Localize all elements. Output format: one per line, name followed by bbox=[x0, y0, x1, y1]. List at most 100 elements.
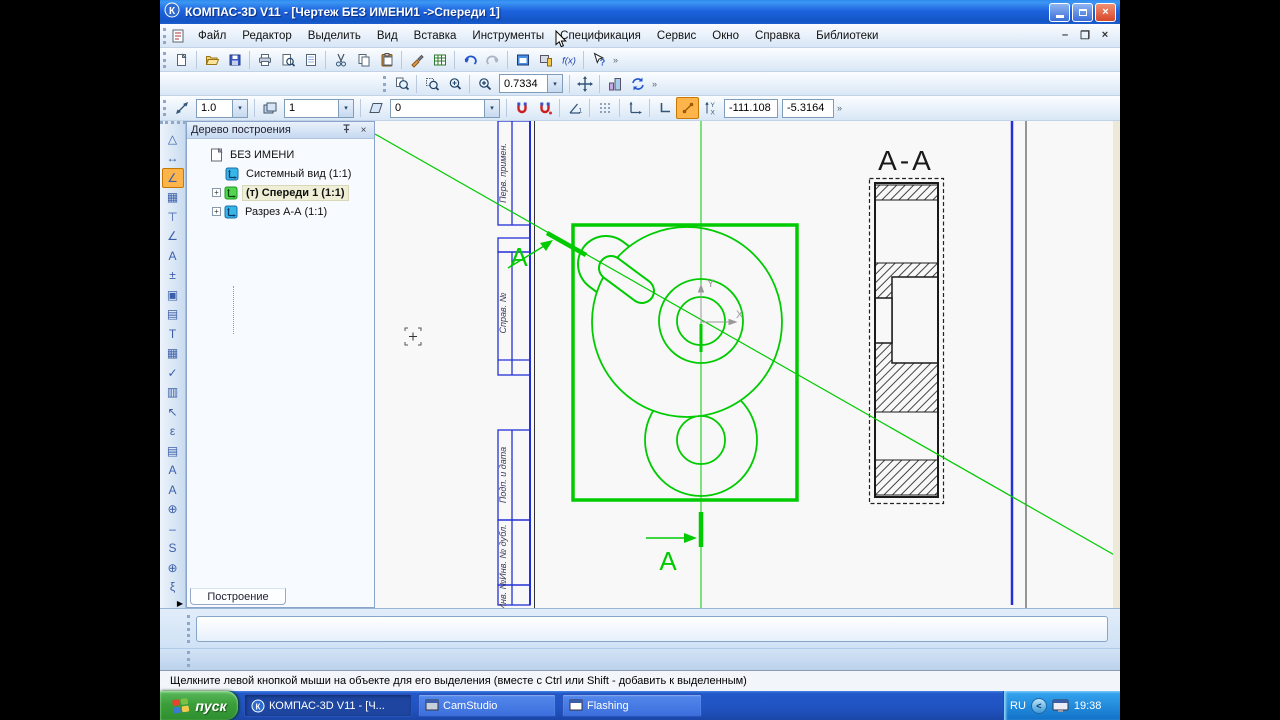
magnet-icon[interactable] bbox=[510, 97, 533, 119]
magnet2-icon[interactable] bbox=[533, 97, 556, 119]
spline-icon[interactable]: ξ bbox=[162, 578, 184, 598]
equation-icon[interactable]: ε bbox=[162, 422, 184, 442]
child-close-icon[interactable]: × bbox=[1098, 29, 1112, 42]
specification-icon[interactable]: ▣ bbox=[162, 285, 184, 305]
print-icon[interactable] bbox=[253, 49, 276, 71]
angle-icon[interactable]: 1 bbox=[563, 97, 586, 119]
zoom-fit-icon[interactable] bbox=[443, 73, 466, 95]
child-minimize-icon[interactable]: – bbox=[1058, 29, 1072, 42]
redo-icon[interactable] bbox=[481, 49, 504, 71]
preview-icon[interactable] bbox=[276, 49, 299, 71]
tables-icon[interactable]: ▦ bbox=[162, 344, 184, 364]
toolbar-overflow-icon[interactable] bbox=[837, 103, 842, 113]
menu-specification[interactable]: Спецификация bbox=[552, 27, 649, 45]
zoom-in-icon[interactable] bbox=[473, 73, 496, 95]
target-icon[interactable]: ⊕ bbox=[162, 558, 184, 578]
property-bar-grip[interactable] bbox=[187, 615, 190, 643]
scale-tool-icon[interactable] bbox=[170, 97, 193, 119]
taskbar-task-kompas[interactable]: К КОМПАС-3D V11 - [Ч... bbox=[244, 694, 412, 717]
menu-window[interactable]: Окно bbox=[704, 27, 747, 45]
menu-insert[interactable]: Вставка bbox=[406, 27, 465, 45]
spreadsheet-icon[interactable] bbox=[428, 49, 451, 71]
copy-icon[interactable] bbox=[352, 49, 375, 71]
save-icon[interactable] bbox=[223, 49, 246, 71]
menu-help[interactable]: Справка bbox=[747, 27, 808, 45]
ortho-icon[interactable] bbox=[653, 97, 676, 119]
rebuild-icon[interactable] bbox=[626, 73, 649, 95]
zoom-combo[interactable]: 0.7334 bbox=[499, 74, 563, 93]
text-right-icon[interactable]: A bbox=[162, 480, 184, 500]
toolbar-overflow-icon[interactable] bbox=[652, 79, 657, 89]
tree-item-front-view[interactable]: (т) Спереди 1 (1:1) bbox=[197, 183, 374, 202]
grids-icon[interactable]: ▦ bbox=[162, 188, 184, 208]
check-icon[interactable]: ✓ bbox=[162, 363, 184, 383]
property-bar-field[interactable] bbox=[196, 616, 1108, 642]
menu-libraries[interactable]: Библиотеки bbox=[808, 27, 886, 45]
menu-editor[interactable]: Редактор bbox=[234, 27, 300, 45]
move-icon[interactable]: ↖ bbox=[162, 402, 184, 422]
title-bar[interactable]: К КОМПАС-3D V11 - [Чертеж БЕЗ ИМЕНИ1 ->С… bbox=[160, 0, 1120, 24]
chevron-down-icon[interactable] bbox=[547, 75, 562, 92]
cut-icon[interactable] bbox=[329, 49, 352, 71]
lightning-icon[interactable]: S bbox=[162, 539, 184, 559]
menu-tools[interactable]: Инструменты bbox=[464, 27, 552, 45]
variables-icon[interactable] bbox=[511, 49, 534, 71]
coord-y-field[interactable]: -5.3164 bbox=[782, 99, 834, 118]
pin-icon[interactable] bbox=[340, 123, 353, 137]
menu-service[interactable]: Сервис bbox=[649, 27, 704, 45]
page-setup-icon[interactable] bbox=[299, 49, 322, 71]
fence-icon[interactable]: ▤ bbox=[162, 441, 184, 461]
insert-view-icon[interactable]: ⊕ bbox=[162, 500, 184, 520]
chevron-down-icon[interactable] bbox=[338, 100, 353, 117]
menu-file[interactable]: Файл bbox=[190, 27, 234, 45]
axis-line-icon[interactable]: – bbox=[162, 519, 184, 539]
tree-item-document[interactable]: БЕЗ ИМЕНИ bbox=[197, 145, 374, 164]
close-icon[interactable]: × bbox=[357, 125, 370, 136]
expand-icon[interactable] bbox=[212, 207, 221, 216]
tray-monitor-icon[interactable] bbox=[1052, 698, 1069, 713]
dimensions-icon[interactable]: ↔ bbox=[162, 149, 184, 169]
toolbar-grip[interactable] bbox=[383, 76, 386, 92]
text-icon[interactable]: T bbox=[162, 324, 184, 344]
toolbar-overflow-icon[interactable] bbox=[613, 55, 618, 65]
selection-icon[interactable]: ± bbox=[162, 266, 184, 286]
toolbar-grip[interactable] bbox=[163, 52, 166, 68]
restore-button[interactable] bbox=[1072, 3, 1093, 22]
help-cursor-icon[interactable]: ? bbox=[587, 49, 610, 71]
menu-select[interactable]: Выделить bbox=[300, 27, 369, 45]
chevron-down-icon[interactable] bbox=[232, 100, 247, 117]
child-restore-icon[interactable]: ❒ bbox=[1078, 29, 1092, 42]
yx-icon[interactable]: YX bbox=[699, 97, 722, 119]
expand-icon[interactable] bbox=[212, 188, 221, 197]
drawing-canvas[interactable]: Перв. примен. Справ. № Подп. и дата Инв.… bbox=[375, 121, 1113, 608]
language-indicator[interactable]: RU bbox=[1010, 700, 1026, 712]
cs-axes-icon[interactable] bbox=[623, 97, 646, 119]
view-number-combo[interactable]: 1 bbox=[284, 99, 354, 118]
layers-icon[interactable] bbox=[258, 97, 281, 119]
start-button[interactable]: пуск bbox=[160, 691, 238, 720]
new-icon[interactable] bbox=[170, 49, 193, 71]
taskbar-task-flashing[interactable]: Flashing bbox=[562, 694, 702, 717]
menu-grip[interactable] bbox=[163, 28, 166, 44]
toolbar-grip[interactable] bbox=[163, 100, 166, 116]
tree-item-system-view[interactable]: Системный вид (1:1) bbox=[197, 164, 374, 183]
macro-icon[interactable] bbox=[534, 49, 557, 71]
fx-icon[interactable]: f(x) bbox=[557, 49, 580, 71]
minimize-button[interactable] bbox=[1049, 3, 1070, 22]
undo-icon[interactable] bbox=[458, 49, 481, 71]
chevron-down-icon[interactable] bbox=[484, 100, 499, 117]
designations-icon[interactable]: ∠ bbox=[162, 168, 184, 188]
section-view-a-a[interactable]: А-А bbox=[870, 145, 944, 504]
coord-x-field[interactable]: -111.108 bbox=[724, 99, 778, 118]
ruler-icon[interactable] bbox=[603, 73, 626, 95]
open-icon[interactable] bbox=[200, 49, 223, 71]
parametrization-icon[interactable]: ∠ bbox=[162, 227, 184, 247]
text-down-icon[interactable]: A bbox=[162, 461, 184, 481]
menu-view[interactable]: Вид bbox=[369, 27, 406, 45]
roundoff-icon[interactable] bbox=[676, 97, 699, 119]
grid-dots-icon[interactable] bbox=[593, 97, 616, 119]
stamp-icon[interactable]: ▥ bbox=[162, 383, 184, 403]
close-button[interactable]: × bbox=[1095, 3, 1116, 22]
reports-icon[interactable]: ▤ bbox=[162, 305, 184, 325]
hide-icons-button[interactable]: < bbox=[1031, 698, 1047, 714]
